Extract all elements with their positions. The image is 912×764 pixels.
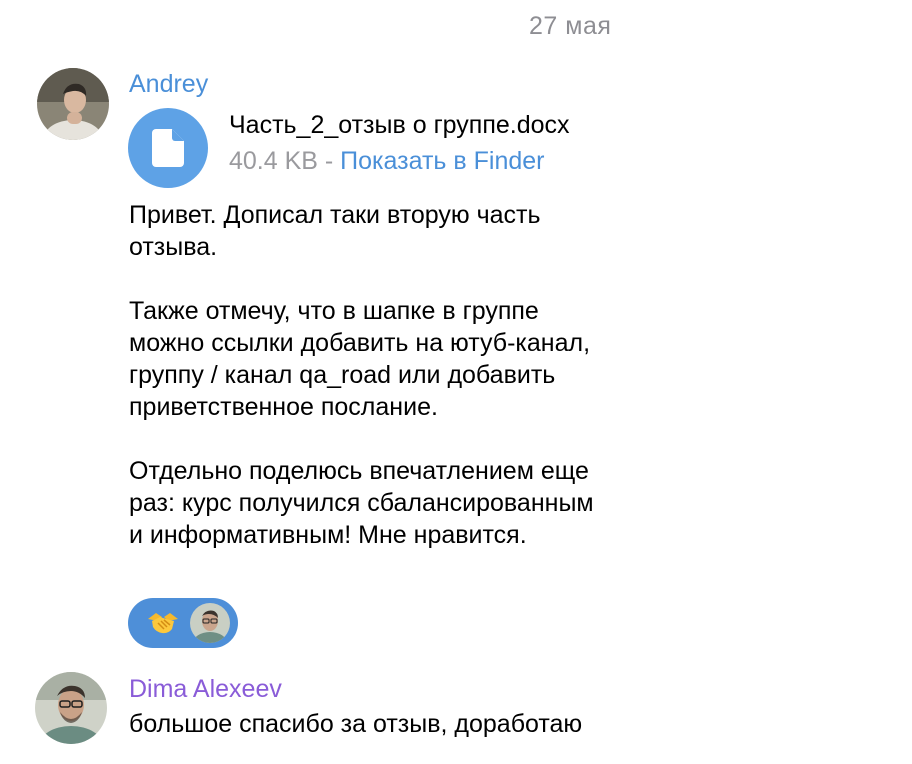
date-separator: 27 мая [529, 12, 612, 40]
user-photo-avatar [37, 68, 109, 140]
message-paragraph: Отдельно поделюсь впечатлением еще раз: … [129, 457, 594, 549]
user-photo-avatar [190, 603, 230, 643]
file-attachment-button[interactable] [128, 108, 208, 188]
avatar-dima[interactable] [35, 672, 107, 744]
file-meta: 40.4 KB - Показать в Finder [229, 147, 544, 176]
message-text: Привет. Дописал таки вторую часть отзыва… [129, 199, 609, 551]
user-photo-avatar [35, 672, 107, 744]
sender-name[interactable]: Andrey [129, 70, 208, 99]
reaction-pill[interactable] [128, 598, 238, 648]
message-text: большое спасибо за отзыв, доработаю [129, 710, 583, 738]
file-name[interactable]: Часть_2_отзыв о группе.docx [229, 111, 570, 140]
message-paragraph: Также отмечу, что в шапке в группе можно… [129, 297, 591, 421]
avatar-andrey[interactable] [37, 68, 109, 140]
sender-name[interactable]: Dima Alexeev [129, 675, 282, 704]
reactor-avatar [190, 603, 230, 643]
meta-separator: - [317, 147, 341, 175]
document-file-icon [152, 129, 184, 167]
message-paragraph: Привет. Дописал таки вторую часть отзыва… [129, 201, 541, 261]
show-in-finder-link[interactable]: Показать в Finder [340, 147, 544, 175]
handshake-icon [143, 603, 183, 643]
file-size: 40.4 KB [229, 147, 318, 175]
